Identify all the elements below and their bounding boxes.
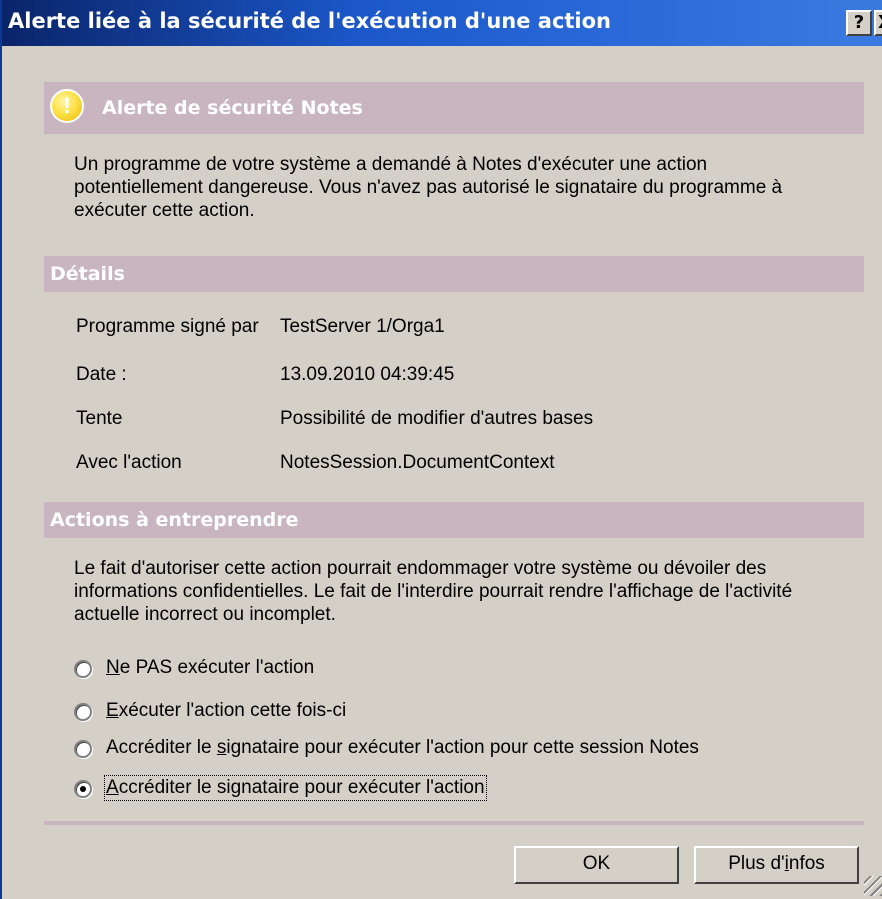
radio-label-trust-session[interactable]: Accréditer le signataire pour exécuter l… <box>106 737 699 759</box>
close-button[interactable]: X <box>874 10 882 36</box>
window-title: Alerte liée à la sécurité de l'exécution… <box>8 9 612 33</box>
security-alert-dialog: Alerte liée à la sécurité de l'exécution… <box>0 0 882 899</box>
resize-grip[interactable] <box>864 876 882 896</box>
separator <box>44 821 864 825</box>
radio-trust-session[interactable] <box>74 740 92 758</box>
radio-do-not-execute[interactable] <box>74 660 92 678</box>
detail-label-action: Avec l'action <box>76 452 182 473</box>
actions-section-header: Actions à entreprendre <box>44 502 864 538</box>
alert-message: Un programme de votre système a demandé … <box>74 154 783 221</box>
exclamation-icon: ! <box>50 89 84 123</box>
alert-section-header: Alerte de sécurité Notes <box>44 82 864 134</box>
detail-value-signer: TestServer 1/Orga1 <box>280 316 445 337</box>
radio-label-do-not-execute[interactable]: Ne PAS exécuter l'action <box>106 657 314 679</box>
detail-label-date: Date : <box>76 364 127 385</box>
help-button[interactable]: ? <box>846 10 872 36</box>
detail-label-signer: Programme signé par <box>76 316 259 337</box>
more-info-button[interactable]: Plus d'infos <box>694 846 859 884</box>
ok-button[interactable]: OK <box>514 846 679 884</box>
radio-label-trust-signer[interactable]: Accréditer le signataire pour exécuter l… <box>104 775 487 801</box>
detail-value-attempt: Possibilité de modifier d'autres bases <box>280 408 594 429</box>
title-bar[interactable]: Alerte liée à la sécurité de l'exécution… <box>2 0 882 46</box>
radio-execute-once[interactable] <box>74 703 92 721</box>
radio-trust-signer[interactable] <box>74 780 92 798</box>
detail-value-date: 13.09.2010 04:39:45 <box>280 364 455 385</box>
detail-label-attempt: Tente <box>76 408 123 429</box>
radio-label-execute-once[interactable]: Exécuter l'action cette fois-ci <box>106 700 346 722</box>
actions-warning: Le fait d'autoriser cette action pourrai… <box>74 558 793 625</box>
details-section-header: Détails <box>44 256 864 292</box>
detail-value-action: NotesSession.DocumentContext <box>280 452 555 473</box>
